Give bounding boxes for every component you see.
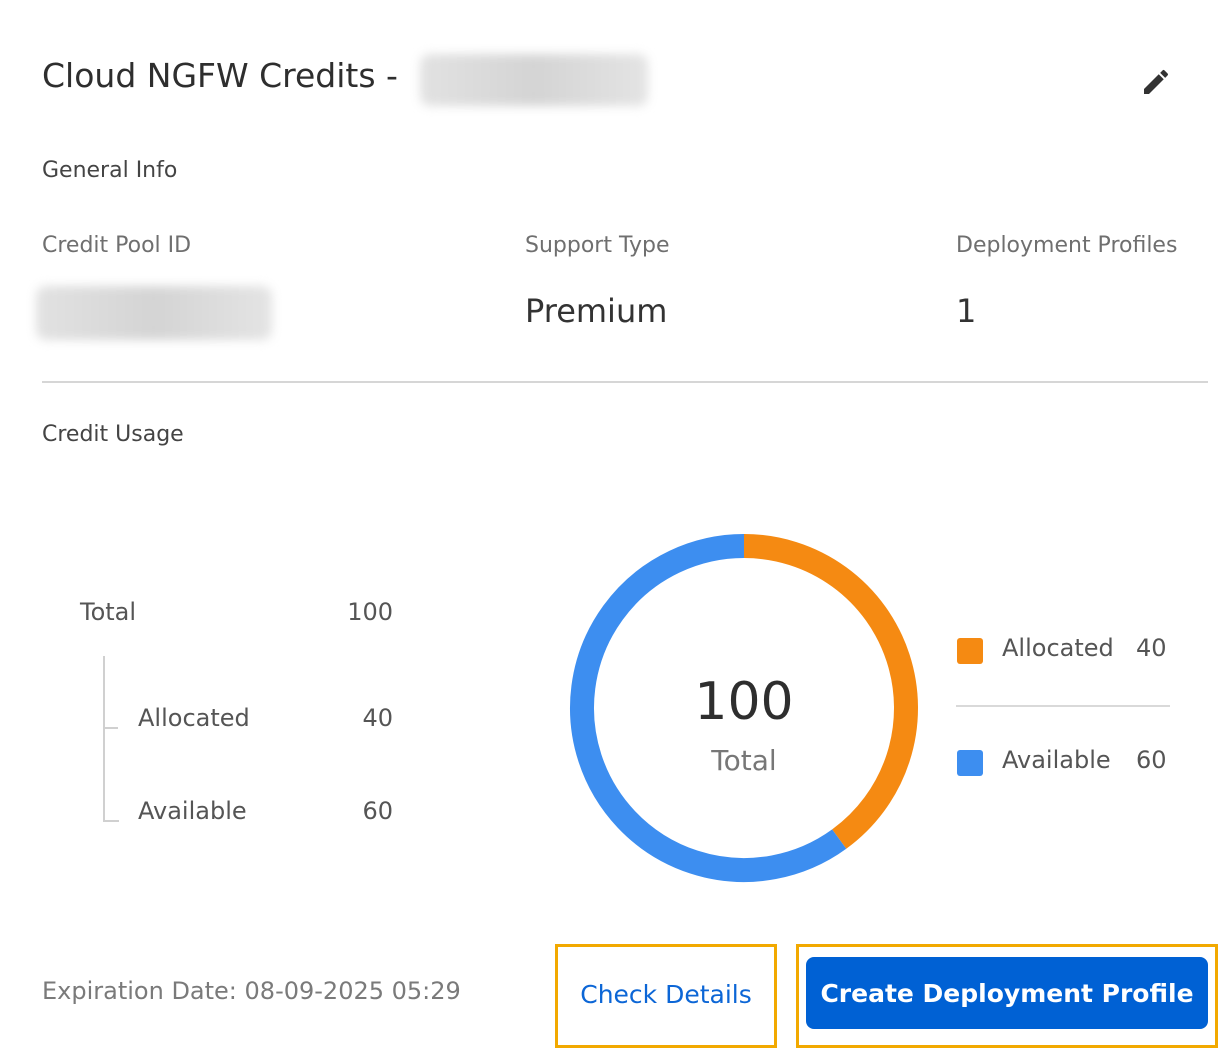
available-value: 60 — [362, 797, 393, 825]
legend-divider — [956, 705, 1170, 707]
allocated-value: 40 — [362, 704, 393, 732]
create-deployment-profile-button[interactable]: Create Deployment Profile — [806, 957, 1208, 1029]
page-title: Cloud NGFW Credits - — [42, 56, 398, 95]
donut-center-value: 100 — [694, 672, 794, 732]
support-type-label: Support Type — [525, 233, 670, 258]
pencil-icon[interactable] — [1140, 66, 1172, 98]
deployment-profiles-value: 1 — [956, 292, 977, 330]
allocated-label: Allocated — [138, 704, 250, 732]
total-value: 100 — [347, 598, 393, 626]
check-details-button[interactable]: Check Details — [563, 954, 769, 1034]
available-label: Available — [138, 797, 247, 825]
credit-pool-id-label: Credit Pool ID — [42, 233, 192, 258]
support-type-value: Premium — [525, 292, 668, 330]
general-info-heading: General Info — [42, 158, 178, 183]
legend-value-allocated: 40 — [1136, 634, 1167, 662]
total-label: Total — [80, 598, 137, 626]
redacted-credit-pool-id — [36, 286, 272, 340]
deployment-profiles-label: Deployment Profiles — [956, 233, 1178, 258]
redacted-title-id — [420, 54, 648, 106]
legend-value-available: 60 — [1136, 746, 1167, 774]
credit-usage-heading: Credit Usage — [42, 422, 184, 447]
legend-swatch-available — [957, 750, 983, 776]
expiration-date: Expiration Date: 08-09-2025 05:29 — [42, 977, 461, 1005]
section-divider — [42, 381, 1208, 383]
tree-connector-tick — [105, 727, 118, 729]
legend-label-allocated: Allocated — [1002, 634, 1114, 662]
legend-label-available: Available — [1002, 746, 1111, 774]
legend-swatch-allocated — [957, 638, 983, 664]
donut-center-label: Total — [711, 744, 777, 777]
tree-connector — [103, 656, 119, 822]
